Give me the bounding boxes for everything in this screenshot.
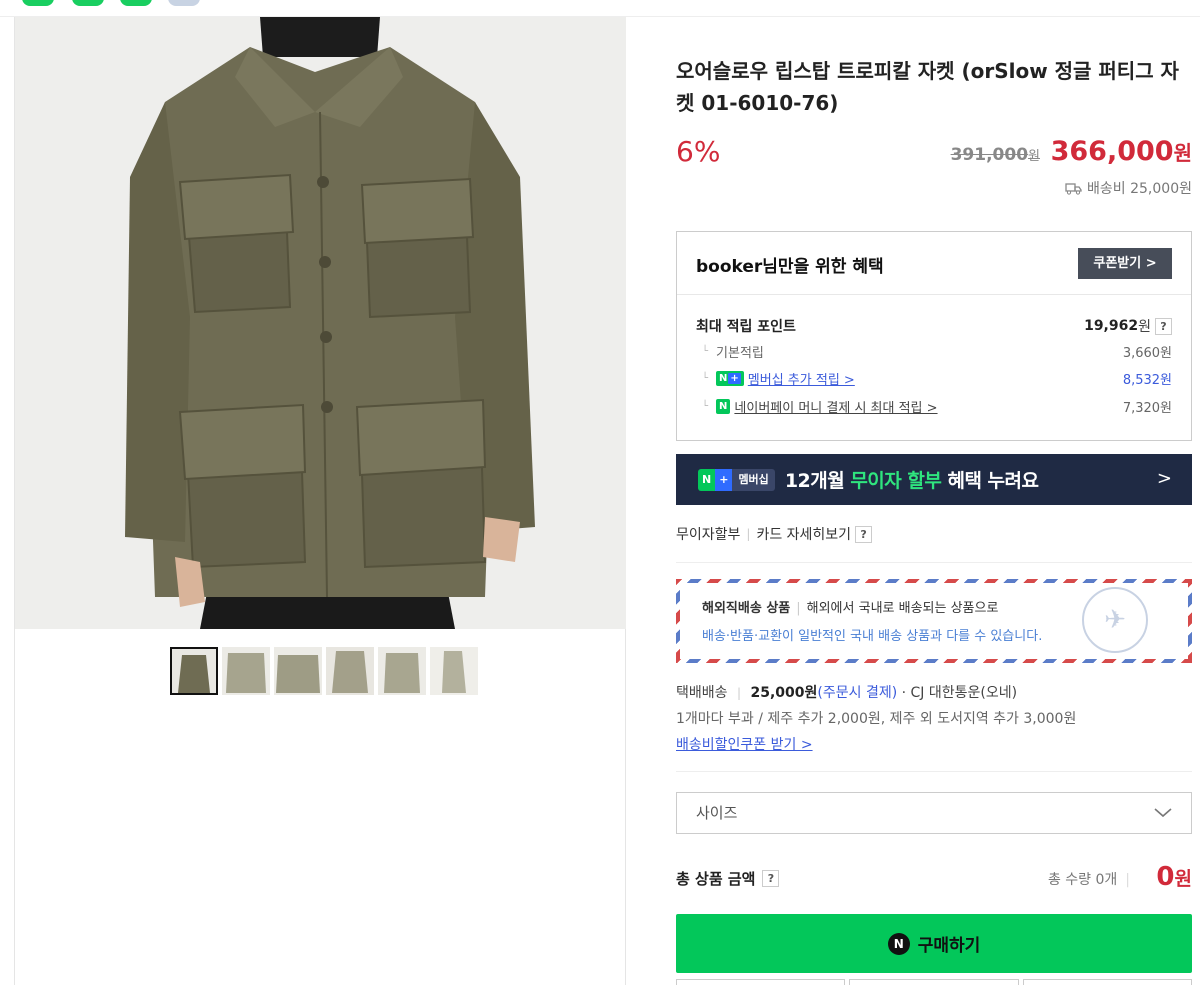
sale-price: 366,000원 (1050, 136, 1192, 167)
thumbnail-strip (170, 647, 478, 695)
secondary-button[interactable] (1022, 979, 1192, 985)
get-coupon-button[interactable]: 쿠폰받기 > (1078, 248, 1172, 279)
membership-points-link[interactable]: 멤버십 추가 적립 > (748, 369, 855, 388)
total-label: 총 상품 금액 (676, 870, 756, 888)
naverpay-logo-icon: N (887, 932, 910, 955)
naverpay-points-link[interactable]: 네이버페이 머니 결제 시 최대 적립 > (734, 397, 937, 416)
thumbnail[interactable] (430, 647, 478, 695)
secondary-button[interactable] (849, 979, 1019, 985)
thumbnail[interactable] (326, 647, 374, 695)
divider (676, 562, 1192, 563)
benefit-box: booker님만을 위한 혜택 쿠폰받기 > 최대 적립 포인트 19,962 원… (676, 231, 1192, 441)
overseas-label: 해외직배송 상품 (702, 601, 791, 616)
overseas-desc: 해외에서 국내로 배송되는 상품으로 (806, 601, 999, 616)
total-row: 총 상품 금액? 총 수량 0개 | 0원 (676, 862, 1192, 894)
thumbnail[interactable] (378, 647, 426, 695)
original-price: 391,000원 (950, 145, 1040, 165)
help-icon[interactable]: ? (762, 870, 780, 887)
chevron-right-icon: > (1156, 468, 1172, 489)
buy-button[interactable]: N 구매하기 (676, 914, 1192, 973)
points-row-membership: N+멤버십 추가 적립 > 8,532원 (696, 369, 1172, 388)
delivery-method: 택배배송 (676, 685, 728, 701)
max-points-value: 19,962 (1084, 318, 1139, 334)
discount-rate: 6% (676, 135, 721, 168)
max-points-row: 최대 적립 포인트 19,962 원? (696, 316, 1172, 336)
delivery-extra: 1개마다 부과 / 제주 추가 2,000원, 제주 외 도서지역 추가 3,0… (676, 711, 1077, 727)
membership-banner-text: 12개월 무이자 할부 혜택 누려요 (784, 470, 1039, 492)
overseas-shipping-notice: 해외직배송 상품 | 해외에서 국내로 배송되는 상품으로 배송·반품·교환이 일반… (676, 579, 1192, 663)
points-row-basic: 기본적립 3,660원 (696, 342, 1172, 361)
shipping-fee: 배송비 25,000원 (1065, 178, 1192, 198)
thumbnail[interactable] (274, 647, 322, 695)
help-icon[interactable]: ? (855, 525, 873, 543)
naverpay-icon: N (716, 399, 731, 414)
product-gallery (14, 17, 626, 985)
top-tab-1[interactable] (22, 0, 54, 6)
product-main-image[interactable] (15, 17, 626, 629)
divider (676, 771, 1192, 772)
delivery-carrier: · CJ 대한통운(오네) (901, 685, 1018, 701)
size-select[interactable]: 사이즈 (676, 792, 1192, 834)
shipping-coupon-link[interactable]: 배송비할인쿠폰 받기 > (676, 737, 813, 753)
chevron-down-icon (1154, 808, 1172, 818)
naver-plus-icon: N+ (716, 371, 744, 386)
installment-label: 무이자할부 (676, 527, 741, 543)
product-title: 오어슬로우 립스탑 트로피칼 자켓 (orSlow 정글 퍼티그 자켓 01-6… (676, 59, 1179, 115)
truck-icon (1065, 182, 1082, 195)
card-detail-link[interactable]: 카드 자세히보기 (756, 524, 851, 544)
airplane-stamp-icon: ✈ (1082, 587, 1148, 653)
top-tab-3[interactable] (120, 0, 152, 6)
top-strip (0, 0, 1200, 17)
delivery-info: 택배배송 | 25,000원(주문시 결제) · CJ 대한통운(오네) 1개마… (676, 680, 1192, 758)
delivery-price: 25,000원 (750, 685, 818, 701)
top-tab-4[interactable] (168, 0, 200, 6)
max-points-label: 최대 적립 포인트 (696, 319, 796, 335)
thumbnail[interactable] (170, 647, 218, 695)
total-quantity: 총 수량 0개 | (1047, 872, 1130, 888)
top-tab-2[interactable] (72, 0, 104, 6)
thumbnail[interactable] (222, 647, 270, 695)
secondary-button[interactable] (676, 979, 846, 985)
installment-row: 무이자할부 | 카드 자세히보기 ? (676, 524, 873, 544)
membership-installment-banner[interactable]: N + 멤버십 12개월 무이자 할부 혜택 누려요 > (676, 454, 1192, 505)
membership-badge: N + 멤버십 (698, 468, 775, 491)
total-price: 0원 (1156, 862, 1192, 892)
help-icon[interactable]: ? (1155, 317, 1172, 335)
secondary-buttons (676, 979, 1192, 985)
points-row-naverpay: N네이버페이 머니 결제 시 최대 적립 > 7,320원 (696, 397, 1172, 416)
benefit-title: booker님만을 위한 혜택 (696, 257, 884, 277)
